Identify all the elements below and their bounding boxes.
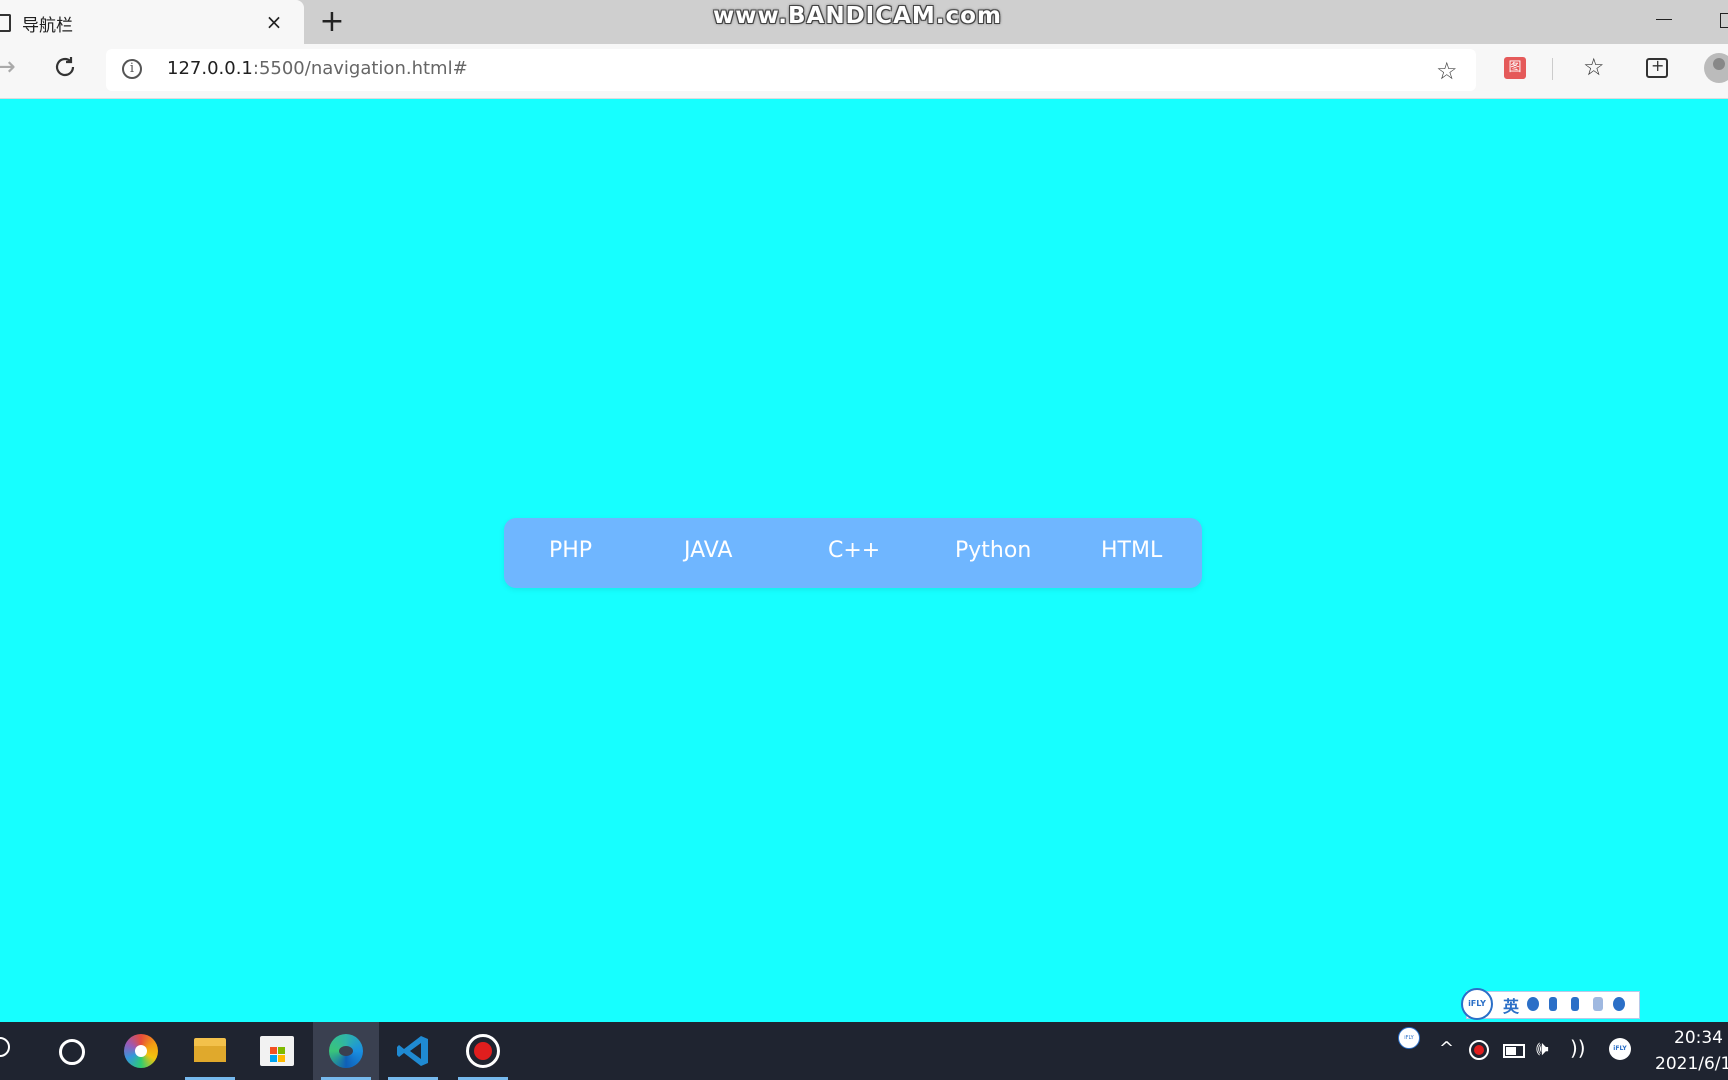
new-tab-button[interactable]: + — [316, 6, 348, 38]
nav-item-html[interactable]: HTML — [1101, 538, 1162, 563]
pinwheel-app-icon[interactable] — [124, 1034, 158, 1068]
favorites-icon[interactable]: ☆ — [1583, 53, 1605, 81]
record-tray-icon[interactable] — [1469, 1040, 1489, 1060]
microphone-icon[interactable] — [1571, 997, 1579, 1011]
tab-title: 导航栏 — [22, 16, 73, 36]
keyboard-icon[interactable] — [1593, 997, 1603, 1011]
clock-date[interactable]: 2021/6/1 — [1655, 1054, 1728, 1074]
nav-item-cpp[interactable]: C++ — [828, 538, 880, 563]
battery-icon[interactable] — [1503, 1044, 1525, 1058]
extension-icon[interactable]: 图 — [1504, 57, 1526, 79]
wifi-icon[interactable]: )) — [1570, 1036, 1586, 1060]
browser-toolbar: → i 127.0.0.1:5500/navigation.html# ☆ 图 … — [0, 44, 1728, 99]
refresh-icon[interactable] — [52, 54, 78, 80]
ifly-logo-icon[interactable]: iFLY — [1461, 988, 1493, 1020]
edge-icon[interactable] — [329, 1034, 363, 1068]
toolbar-divider — [1552, 58, 1553, 80]
nav-item-java[interactable]: JAVA — [684, 538, 732, 563]
bandicam-watermark: www.BANDICAM.com — [713, 3, 1002, 29]
navigation-bar: PHP JAVA C++ Python HTML — [504, 518, 1202, 588]
clock-time[interactable]: 20:34 — [1674, 1028, 1723, 1048]
punctuation-icon[interactable] — [1549, 997, 1557, 1011]
address-bar[interactable]: i 127.0.0.1:5500/navigation.html# ☆ — [106, 49, 1476, 91]
url-path: :5500/navigation.html# — [252, 58, 468, 79]
bandicam-record-icon[interactable] — [466, 1034, 500, 1068]
page-icon — [0, 14, 11, 32]
forward-icon[interactable]: → — [0, 52, 16, 82]
collections-icon[interactable] — [1646, 56, 1668, 78]
url-host: 127.0.0.1 — [167, 58, 253, 79]
vscode-icon[interactable] — [396, 1034, 430, 1068]
moon-icon[interactable] — [1527, 997, 1539, 1011]
ime-toolbar[interactable]: iFLY 英 — [1461, 988, 1640, 1020]
browser-tab[interactable]: 导航栏 × — [0, 0, 304, 44]
volume-icon[interactable]: 🕪 — [1536, 1036, 1549, 1060]
favorite-add-icon[interactable]: ☆ — [1436, 57, 1458, 85]
ime-tray-icon[interactable]: iFLY — [1609, 1038, 1631, 1060]
file-explorer-icon[interactable] — [194, 1038, 226, 1062]
profile-icon[interactable] — [1704, 53, 1728, 83]
url-text[interactable]: 127.0.0.1:5500/navigation.html# — [167, 58, 468, 79]
microsoft-store-icon[interactable] — [260, 1036, 294, 1066]
taskbar: iFLY ^ 🕪 )) iFLY 20:34 2021/6/1 — [0, 1022, 1728, 1080]
gear-icon[interactable] — [1613, 997, 1625, 1011]
info-icon[interactable]: i — [122, 59, 142, 79]
maximize-icon[interactable] — [1720, 13, 1728, 28]
close-icon[interactable]: × — [260, 8, 288, 36]
search-icon[interactable] — [0, 1037, 10, 1057]
cortana-icon[interactable] — [59, 1039, 85, 1065]
minimize-icon[interactable] — [1656, 19, 1672, 20]
tab-strip: 导航栏 × + www.BANDICAM.com — [0, 0, 1728, 44]
chevron-up-icon[interactable]: ^ — [1439, 1038, 1454, 1059]
ime-mode[interactable]: 英 — [1503, 993, 1519, 1017]
ifly-tray-icon[interactable]: iFLY — [1398, 1027, 1420, 1049]
nav-item-php[interactable]: PHP — [549, 538, 592, 563]
nav-item-python[interactable]: Python — [955, 538, 1031, 563]
